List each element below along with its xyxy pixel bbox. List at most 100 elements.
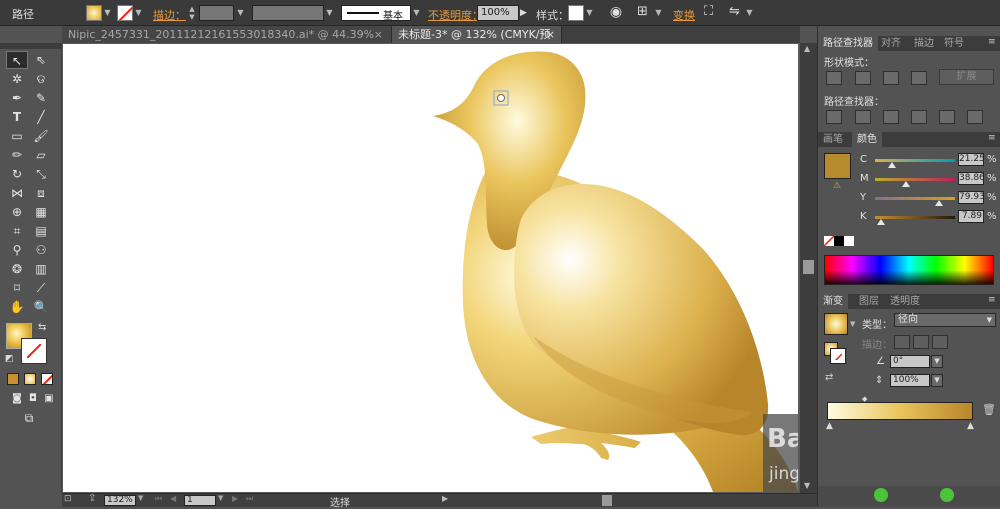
angle-input[interactable]: 0° <box>890 355 930 368</box>
reverse-gradient-icon[interactable]: ⇄ <box>825 372 833 383</box>
fill-swatch[interactable] <box>86 5 102 21</box>
channel-value-input[interactable]: 38.86 <box>958 172 985 185</box>
close-icon[interactable]: × <box>546 26 555 43</box>
recolor-artwork-icon[interactable]: ◉ <box>607 4 625 22</box>
channel-slider[interactable] <box>875 178 955 181</box>
page-dropdown-icon[interactable]: ▼ <box>218 494 223 502</box>
artboard-tool-icon[interactable]: ⌑ <box>6 279 28 297</box>
artboard-nav-icon[interactable]: ⊡ <box>64 494 72 504</box>
ratio-dropdown-icon[interactable]: ▼ <box>931 374 943 387</box>
page-input[interactable]: 1 <box>184 495 216 506</box>
column-graph-icon[interactable]: ▥ <box>30 260 52 278</box>
tab-stroke[interactable]: 描边 <box>909 36 939 51</box>
panel-menu-icon[interactable]: ≡ <box>988 133 996 143</box>
angle-dropdown-icon[interactable]: ▼ <box>931 355 943 368</box>
curvature-tool-icon[interactable]: ✎ <box>30 89 52 107</box>
gradient-stroke-box[interactable] <box>830 348 846 364</box>
mesh-tool-icon[interactable]: ⌗ <box>6 222 28 240</box>
default-colors-icon[interactable]: ◩ <box>5 354 14 364</box>
gradient-stop-right-icon[interactable]: ▲ <box>967 421 974 431</box>
color-mode-icon[interactable] <box>7 373 19 385</box>
paintbrush-icon[interactable]: 🖌 <box>30 127 52 145</box>
profile-dropdown-icon[interactable]: ▼ <box>325 5 334 21</box>
channel-value-input[interactable]: 79.93 <box>958 191 985 204</box>
stroke-weight-stepper[interactable]: ▲ ▼ <box>186 5 198 21</box>
channel-value-input[interactable]: 21.25 <box>958 153 985 166</box>
scroll-thumb[interactable] <box>803 260 814 274</box>
stroke-across-icon[interactable] <box>932 335 948 349</box>
gradient-type-select[interactable]: 径向 ▼ <box>894 313 996 327</box>
last-page-icon[interactable]: ⏭ <box>246 494 253 504</box>
eraser-icon[interactable]: ▱ <box>30 146 52 164</box>
lasso-icon[interactable]: ଡ <box>30 70 52 88</box>
midpoint-diamond-icon[interactable]: ◆ <box>862 395 867 403</box>
hand-tool-icon[interactable]: ✋ <box>6 298 28 316</box>
exclude-icon[interactable] <box>911 71 927 85</box>
zoom-input[interactable]: 132% <box>104 495 136 506</box>
channel-value-input[interactable]: 7.89 <box>958 210 984 223</box>
gradient-stop-left-icon[interactable]: ▲ <box>826 421 833 431</box>
selection-tool-icon[interactable]: ↖ <box>6 51 28 69</box>
channel-slider[interactable] <box>875 197 955 200</box>
out-of-gamut-icon[interactable]: ⚠ <box>833 181 841 191</box>
color-spectrum[interactable] <box>824 255 994 285</box>
opacity-input[interactable]: 100% <box>477 5 519 21</box>
stroke-color-box[interactable] <box>21 338 47 364</box>
status-menu-icon[interactable]: ▶ <box>442 494 448 503</box>
rotate-tool-icon[interactable]: ↻ <box>6 165 28 183</box>
canvas-area[interactable]: Bai jing <box>62 43 800 493</box>
tab-align[interactable]: 对齐 <box>876 36 906 51</box>
tab-untitled-3[interactable]: 未标题-3* @ 132% (CMYK/预览) × <box>392 26 562 58</box>
first-page-icon[interactable]: ⏮ <box>155 494 162 504</box>
eyedropper-icon[interactable]: ⚲ <box>6 241 28 259</box>
share-icon[interactable]: ⇪ <box>88 493 96 504</box>
scroll-up-icon[interactable]: ▲ <box>804 44 810 53</box>
zoom-tool-icon[interactable]: 🔍 <box>30 298 52 316</box>
tab-gradient[interactable]: 渐变 <box>818 294 848 309</box>
slider-thumb[interactable] <box>888 162 896 168</box>
transform-link[interactable]: 变换 <box>673 7 695 23</box>
horizontal-scroll-thumb[interactable] <box>602 495 612 506</box>
fill-dropdown-icon[interactable]: ▼ <box>103 5 112 21</box>
toolbox-grip[interactable] <box>0 43 62 49</box>
slice-tool-icon[interactable]: ⟋ <box>30 279 52 297</box>
slider-thumb[interactable] <box>934 200 943 206</box>
rectangle-tool-icon[interactable]: ▭ <box>6 127 28 145</box>
aspect-ratio-input[interactable]: 100% <box>890 374 930 387</box>
stroke-within-icon[interactable] <box>894 335 910 349</box>
arrange-dropdown-icon[interactable]: ▼ <box>745 5 754 21</box>
width-tool-icon[interactable]: ⋈ <box>6 184 28 202</box>
outline-icon[interactable] <box>939 110 955 124</box>
stroke-along-icon[interactable] <box>913 335 929 349</box>
trash-icon[interactable]: 🗑 <box>982 403 996 416</box>
tab-nipic-document[interactable]: Nipic_2457331_20111212161553018340.ai* @… <box>62 26 392 58</box>
swap-fill-stroke-icon[interactable]: ⇆ <box>38 322 46 333</box>
brush-definition[interactable]: 基本 <box>341 5 411 22</box>
trim-icon[interactable] <box>855 110 871 124</box>
none-mode-icon[interactable] <box>41 373 53 385</box>
tab-brushes[interactable]: 画笔 <box>818 132 848 147</box>
pencil-icon[interactable]: ✏ <box>6 146 28 164</box>
isolate-icon[interactable]: ⛶ <box>704 4 722 22</box>
shape-builder-icon[interactable]: ⊕ <box>6 203 28 221</box>
blend-tool-icon[interactable]: ⚇ <box>30 241 52 259</box>
color-fill-swatch[interactable] <box>824 153 851 179</box>
gradient-mode-icon[interactable] <box>24 373 36 385</box>
scroll-down-icon[interactable]: ▼ <box>804 481 810 490</box>
merge-icon[interactable] <box>883 110 899 124</box>
none-white-black-swatches[interactable] <box>823 235 854 247</box>
minus-back-icon[interactable] <box>967 110 983 124</box>
gradient-preset-dropdown-icon[interactable]: ▼ <box>850 320 855 328</box>
expand-button[interactable]: 扩展 <box>939 69 994 85</box>
channel-slider[interactable] <box>875 159 955 162</box>
next-page-icon[interactable]: ▶ <box>232 494 238 503</box>
pen-tool-icon[interactable]: ✒ <box>6 89 28 107</box>
brush-dropdown-icon[interactable]: ▼ <box>412 5 421 21</box>
style-dropdown-icon[interactable]: ▼ <box>585 5 594 21</box>
screen-mode-icon[interactable]: ⧉ <box>16 409 42 427</box>
align-icon[interactable]: ⊞ <box>637 4 655 22</box>
symbol-sprayer-icon[interactable]: ❂ <box>6 260 28 278</box>
panel-menu-icon[interactable]: ≡ <box>988 37 996 47</box>
stroke-weight-input[interactable] <box>199 5 234 21</box>
gradient-slider[interactable] <box>827 402 973 420</box>
